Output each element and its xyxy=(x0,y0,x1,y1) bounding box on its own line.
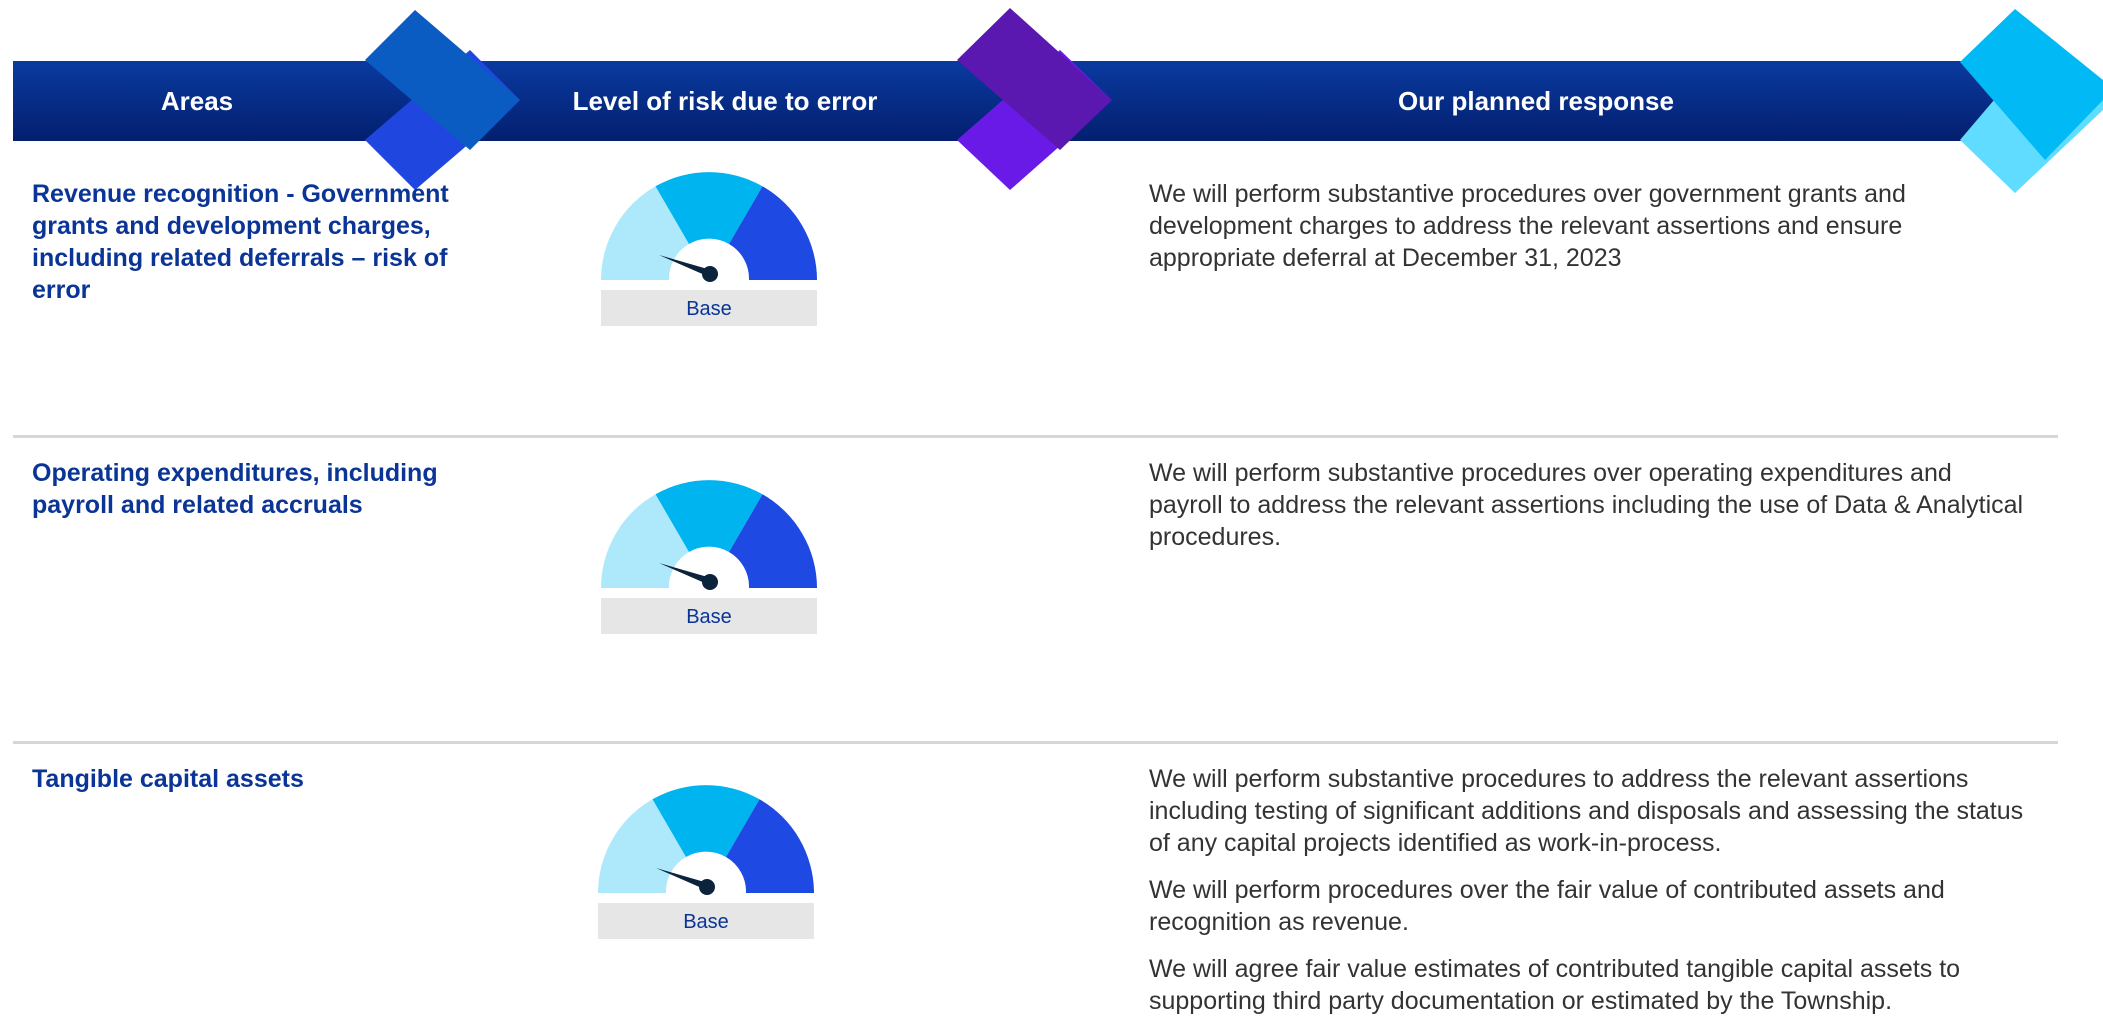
chevron-2-icon xyxy=(957,8,1112,190)
response-paragraph: We will perform substantive procedures t… xyxy=(1149,765,2024,857)
area-title: Tangible capital assets xyxy=(32,765,304,793)
planned-response: We will perform substantive procedures o… xyxy=(1149,178,2029,289)
response-paragraph: We will perform procedures over the fair… xyxy=(1149,876,1945,936)
header-risk-level: Level of risk due to error xyxy=(572,86,878,116)
gauge-dial-icon xyxy=(598,785,814,895)
header-areas: Areas xyxy=(160,86,234,116)
response-paragraph: We will perform substantive procedures o… xyxy=(1149,180,1906,272)
risk-gauge: Base xyxy=(598,775,814,939)
risk-level-label: Base xyxy=(601,290,817,326)
response-paragraph: We will agree fair value estimates of co… xyxy=(1149,955,1961,1015)
row-divider xyxy=(13,741,2058,744)
risk-gauge: Base xyxy=(601,162,817,326)
planned-response: We will perform substantive procedures o… xyxy=(1149,457,2029,568)
row-divider xyxy=(13,435,2058,438)
planned-response: We will perform substantive procedures t… xyxy=(1149,763,2029,1032)
gauge-dial-icon xyxy=(601,172,817,282)
chevron-1-icon xyxy=(365,10,520,190)
response-paragraph: We will perform substantive procedures o… xyxy=(1149,459,2024,551)
chevron-3-icon xyxy=(1960,9,2103,193)
risk-level-label: Base xyxy=(601,598,817,634)
area-title: Operating expenditures, including payrol… xyxy=(32,459,438,519)
header-planned-response: Our planned response xyxy=(1398,86,1674,116)
area-title: Revenue recognition - Government grants … xyxy=(32,180,449,304)
risk-level-label: Base xyxy=(598,903,814,939)
gauge-dial-icon xyxy=(601,480,817,590)
risk-gauge: Base xyxy=(601,470,817,634)
